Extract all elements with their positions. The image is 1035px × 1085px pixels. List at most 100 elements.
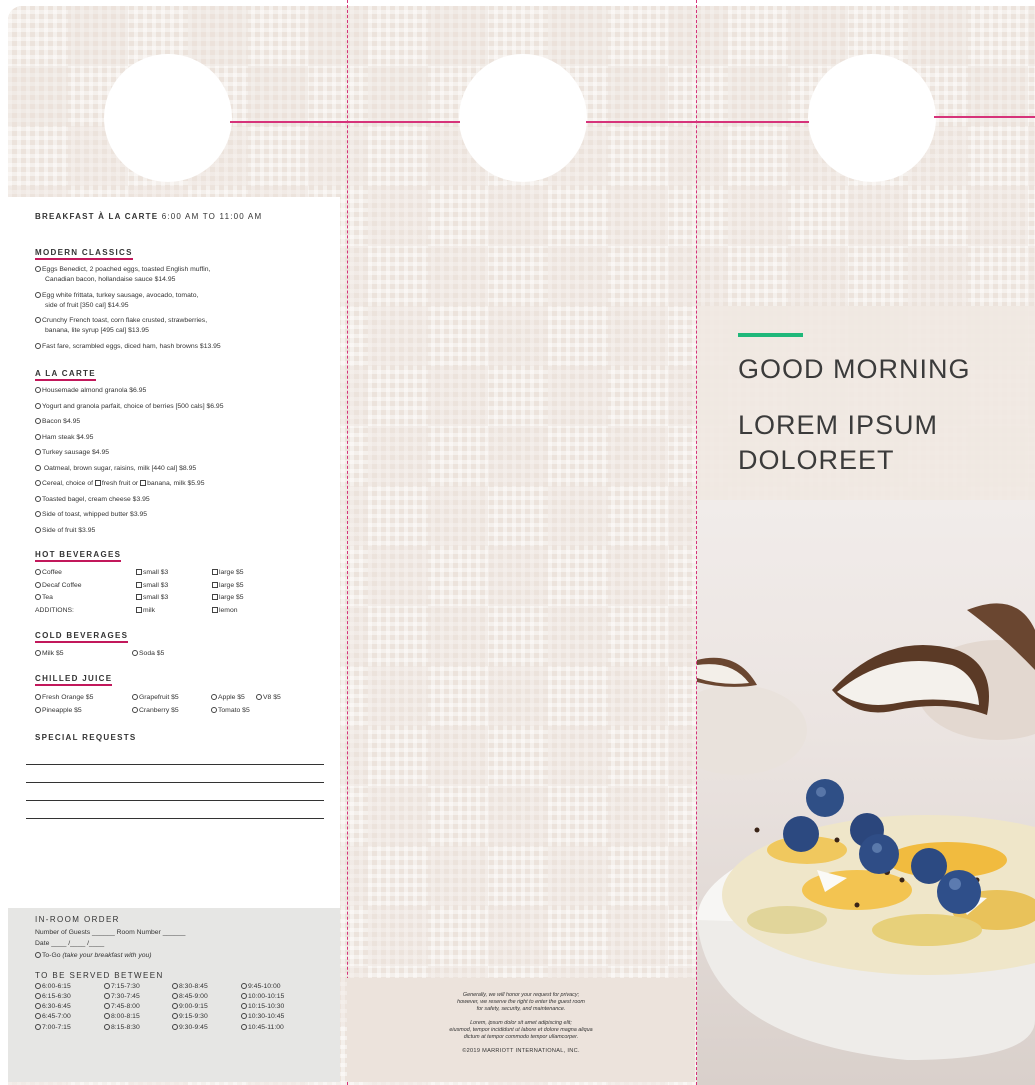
select-circle-icon[interactable] — [35, 342, 41, 349]
select-circle-icon[interactable] — [104, 1023, 110, 1030]
select-circle-icon[interactable] — [211, 707, 217, 713]
time-slot[interactable]: 8:00-8:15 — [104, 1012, 172, 1022]
menu-item[interactable]: Eggs Benedict, 2 poached eggs, toasted E… — [35, 265, 322, 285]
select-circle-icon[interactable] — [104, 982, 110, 989]
select-circle-icon[interactable] — [35, 1003, 41, 1010]
juice-option[interactable]: Pineapple $5 — [35, 704, 132, 717]
juice-option[interactable]: Grapefruit $5 — [132, 691, 211, 704]
select-circle-icon[interactable] — [104, 992, 110, 999]
select-circle-icon[interactable] — [211, 694, 217, 700]
select-circle-icon[interactable] — [241, 1003, 247, 1010]
menu-item-cereal[interactable]: Cereal, choice of fresh fruit or banana,… — [35, 479, 322, 489]
select-circle-icon[interactable] — [35, 992, 41, 999]
select-circle-icon[interactable] — [35, 1023, 41, 1030]
checkbox-icon[interactable] — [136, 569, 142, 575]
time-slot[interactable]: 9:45-10:00 — [241, 982, 311, 992]
beverage-option[interactable]: Soda $5 — [132, 648, 232, 660]
menu-item[interactable]: Housemade almond granola $6.95 — [35, 386, 322, 396]
menu-item[interactable]: Bacon $4.95 — [35, 417, 322, 427]
select-circle-icon[interactable] — [35, 464, 41, 471]
select-circle-icon[interactable] — [132, 694, 138, 700]
menu-item[interactable]: Toasted bagel, cream cheese $3.95 — [35, 495, 322, 505]
select-circle-icon[interactable] — [172, 992, 178, 999]
time-slot[interactable]: 8:15-8:30 — [104, 1023, 172, 1033]
menu-item[interactable]: Turkey sausage $4.95 — [35, 448, 322, 458]
checkbox-icon[interactable] — [212, 606, 218, 613]
menu-item[interactable]: Fast fare, scrambled eggs, diced ham, ha… — [35, 342, 322, 352]
time-slot[interactable]: 10:00-10:15 — [241, 992, 311, 1002]
menu-item[interactable]: Side of toast, whipped butter $3.95 — [35, 510, 322, 520]
menu-item[interactable]: Egg white frittata, turkey sausage, avoc… — [35, 291, 322, 311]
select-circle-icon[interactable] — [35, 495, 41, 502]
size-option[interactable]: small $3 — [136, 592, 212, 605]
select-circle-icon[interactable] — [35, 480, 41, 486]
beverage-option[interactable]: Coffee — [35, 567, 136, 580]
select-circle-icon[interactable] — [35, 387, 41, 393]
juice-option[interactable]: Cranberry $5 — [132, 704, 211, 717]
to-go-option[interactable]: To-Go (take your breakfast with you) — [35, 951, 322, 962]
select-circle-icon[interactable] — [35, 511, 41, 517]
time-slot[interactable]: 6:15-6:30 — [35, 992, 104, 1002]
select-circle-icon[interactable] — [35, 569, 41, 575]
special-requests-line[interactable] — [26, 818, 324, 819]
select-circle-icon[interactable] — [104, 1013, 110, 1020]
time-slot[interactable]: 8:30-8:45 — [172, 982, 241, 992]
size-option[interactable]: small $3 — [136, 567, 212, 580]
checkbox-icon[interactable] — [94, 480, 101, 486]
time-slot[interactable]: 10:45-11:00 — [241, 1023, 311, 1033]
time-slot[interactable]: 7:30-7:45 — [104, 992, 172, 1002]
guests-room-field[interactable]: Number of Guests ______ Room Number ____… — [35, 928, 322, 939]
select-circle-icon[interactable] — [35, 1013, 41, 1020]
special-requests-line[interactable] — [26, 800, 324, 801]
select-circle-icon[interactable] — [35, 291, 41, 298]
menu-item[interactable]: Ham steak $4.95 — [35, 433, 322, 443]
select-circle-icon[interactable] — [35, 418, 41, 424]
juice-option[interactable]: Tomato $5 — [211, 704, 256, 717]
juice-option[interactable]: Fresh Orange $5 — [35, 691, 132, 704]
time-slot[interactable]: 6:00-6:15 — [35, 982, 104, 992]
select-circle-icon[interactable] — [104, 1003, 110, 1010]
juice-option[interactable]: V8 $5 — [256, 691, 296, 704]
time-slot[interactable]: 7:45-8:00 — [104, 1002, 172, 1012]
menu-item[interactable]: Yogurt and granola parfait, choice of be… — [35, 402, 322, 412]
checkbox-icon[interactable] — [136, 606, 142, 613]
addition-option[interactable]: lemon — [212, 605, 292, 618]
beverage-option[interactable]: Tea — [35, 592, 136, 605]
select-circle-icon[interactable] — [35, 694, 41, 700]
time-slot[interactable]: 6:30-6:45 — [35, 1002, 104, 1012]
checkbox-icon[interactable] — [212, 569, 218, 575]
select-circle-icon[interactable] — [35, 526, 41, 533]
select-circle-icon[interactable] — [35, 982, 41, 989]
select-circle-icon[interactable] — [172, 1023, 178, 1030]
beverage-option[interactable]: Decaf Coffee — [35, 580, 136, 593]
select-circle-icon[interactable] — [241, 982, 247, 989]
select-circle-icon[interactable] — [35, 650, 41, 656]
select-circle-icon[interactable] — [35, 317, 41, 323]
select-circle-icon[interactable] — [132, 650, 138, 656]
special-requests-line[interactable] — [26, 764, 324, 765]
select-circle-icon[interactable] — [35, 449, 41, 455]
time-slot[interactable]: 10:30-10:45 — [241, 1012, 311, 1022]
size-option[interactable]: large $5 — [212, 567, 292, 580]
checkbox-icon[interactable] — [136, 594, 142, 600]
checkbox-icon[interactable] — [136, 581, 142, 588]
size-option[interactable]: large $5 — [212, 580, 292, 593]
menu-item[interactable]: Oatmeal, brown sugar, raisins, milk [440… — [35, 464, 322, 474]
time-slot[interactable]: 10:15-10:30 — [241, 1002, 311, 1012]
select-circle-icon[interactable] — [256, 694, 262, 700]
time-slot[interactable]: 9:15-9:30 — [172, 1012, 241, 1022]
select-circle-icon[interactable] — [172, 1013, 178, 1020]
menu-item[interactable]: Side of fruit $3.95 — [35, 526, 322, 536]
juice-option[interactable]: Apple $5 — [211, 691, 256, 704]
checkbox-icon[interactable] — [140, 480, 147, 486]
size-option[interactable]: large $5 — [212, 592, 292, 605]
addition-option[interactable]: milk — [136, 605, 212, 618]
date-field[interactable]: Date ____ /____ /____ — [35, 939, 322, 950]
select-circle-icon[interactable] — [35, 952, 41, 958]
select-circle-icon[interactable] — [241, 1013, 247, 1020]
select-circle-icon[interactable] — [35, 266, 41, 272]
time-slot[interactable]: 9:30-9:45 — [172, 1023, 241, 1033]
select-circle-icon[interactable] — [35, 402, 41, 409]
select-circle-icon[interactable] — [172, 1003, 178, 1010]
select-circle-icon[interactable] — [35, 433, 41, 440]
